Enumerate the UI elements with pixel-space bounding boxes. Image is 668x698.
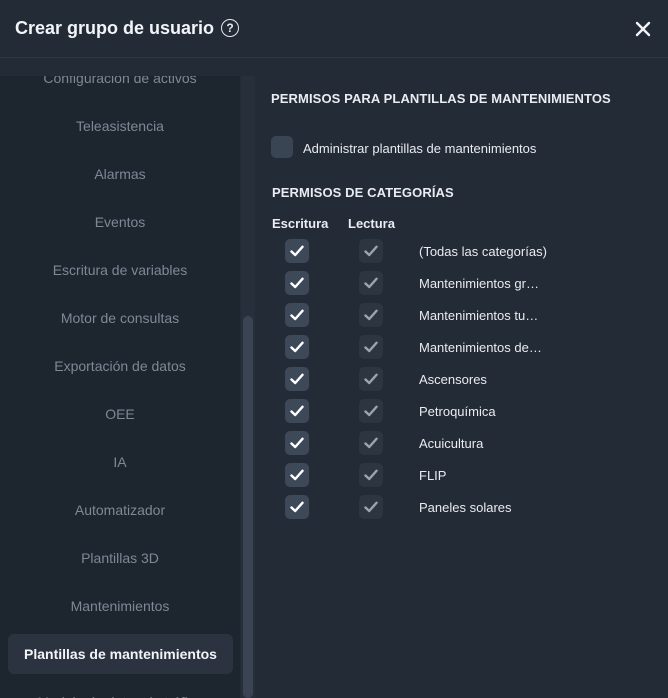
column-header-write: Escritura	[272, 216, 329, 231]
sidebar-item-alarmas[interactable]: Alarmas	[0, 154, 240, 194]
category-row: Petroquímica	[255, 399, 668, 425]
checkmark-icon	[290, 501, 304, 513]
sidebar-item-automatizador[interactable]: Automatizador	[0, 490, 240, 530]
checkmark-icon	[290, 245, 304, 257]
category-label: Acuicultura	[419, 436, 484, 451]
sidebar-item-ia[interactable]: IA	[0, 442, 240, 482]
sidebar-item-configuracion-activos[interactable]: Configuración de activos	[0, 76, 240, 98]
checkmark-icon	[290, 277, 304, 289]
checkmark-icon	[364, 309, 378, 321]
dialog-header: Crear grupo de usuario ?	[0, 0, 668, 58]
sidebar-item-modelo-datos-trafico[interactable]: Modelo de datos de tráfico	[0, 682, 240, 698]
category-row: Mantenimientos tu…	[255, 303, 668, 329]
category-row: FLIP	[255, 463, 668, 489]
sidebar-item-oee[interactable]: OEE	[0, 394, 240, 434]
sidebar-item-plantillas-mantenimientos[interactable]: Plantillas de mantenimientos	[8, 634, 233, 674]
category-row: Paneles solares	[255, 495, 668, 521]
write-permission-checkbox[interactable]	[285, 367, 309, 391]
sidebar-item-plantillas-3d[interactable]: Plantillas 3D	[0, 538, 240, 578]
write-permission-checkbox[interactable]	[285, 495, 309, 519]
category-label: Paneles solares	[419, 500, 512, 515]
write-permission-checkbox[interactable]	[285, 431, 309, 455]
category-row: Acuicultura	[255, 431, 668, 457]
read-permission-checkbox[interactable]	[359, 271, 383, 295]
sidebar-item-teleasistencia[interactable]: Teleasistencia	[0, 106, 240, 146]
admin-templates-checkbox[interactable]	[271, 136, 293, 158]
checkmark-icon	[290, 373, 304, 385]
admin-templates-label: Administrar plantillas de mantenimientos	[303, 141, 537, 156]
category-label: (Todas las categorías)	[419, 244, 547, 259]
category-label: Ascensores	[419, 372, 487, 387]
column-header-read: Lectura	[348, 216, 395, 231]
write-permission-checkbox[interactable]	[285, 399, 309, 423]
read-permission-checkbox[interactable]	[359, 495, 383, 519]
read-permission-checkbox[interactable]	[359, 239, 383, 263]
read-permission-checkbox[interactable]	[359, 367, 383, 391]
write-permission-checkbox[interactable]	[285, 463, 309, 487]
write-permission-checkbox[interactable]	[285, 271, 309, 295]
checkmark-icon	[364, 437, 378, 449]
read-permission-checkbox[interactable]	[359, 335, 383, 359]
write-permission-checkbox[interactable]	[285, 335, 309, 359]
write-permission-checkbox[interactable]	[285, 303, 309, 327]
checkmark-icon	[290, 341, 304, 353]
categories-title: PERMISOS DE CATEGORÍAS	[272, 185, 454, 200]
read-permission-checkbox[interactable]	[359, 431, 383, 455]
category-label: Mantenimientos tu…	[419, 308, 539, 323]
checkmark-icon	[364, 373, 378, 385]
checkmark-icon	[364, 469, 378, 481]
category-row: Mantenimientos de…	[255, 335, 668, 361]
checkmark-icon	[290, 405, 304, 417]
category-row: (Todas las categorías)	[255, 239, 668, 265]
category-label: Mantenimientos de…	[419, 340, 542, 355]
checkmark-icon	[364, 277, 378, 289]
category-row: Mantenimientos gr…	[255, 271, 668, 297]
sidebar-item-motor-consultas[interactable]: Motor de consultas	[0, 298, 240, 338]
read-permission-checkbox[interactable]	[359, 463, 383, 487]
read-permission-checkbox[interactable]	[359, 303, 383, 327]
checkmark-icon	[290, 309, 304, 321]
write-permission-checkbox[interactable]	[285, 239, 309, 263]
checkmark-icon	[364, 501, 378, 513]
checkmark-icon	[364, 405, 378, 417]
checkmark-icon	[290, 437, 304, 449]
sidebar-item-escritura-variables[interactable]: Escritura de variables	[0, 250, 240, 290]
help-icon[interactable]: ?	[221, 19, 239, 37]
category-row: Ascensores	[255, 367, 668, 393]
checkmark-icon	[290, 469, 304, 481]
sidebar-scrollbar-thumb[interactable]	[243, 316, 253, 698]
sidebar-item-mantenimientos[interactable]: Mantenimientos	[0, 586, 240, 626]
category-label: FLIP	[419, 468, 447, 483]
category-label: Petroquímica	[419, 404, 496, 419]
sidebar-item-eventos[interactable]: Eventos	[0, 202, 240, 242]
checkmark-icon	[364, 341, 378, 353]
sidebar: Configuración de activos Teleasistencia …	[0, 76, 240, 698]
category-label: Mantenimientos gr…	[419, 276, 539, 291]
sidebar-item-exportacion-datos[interactable]: Exportación de datos	[0, 346, 240, 386]
checkmark-icon	[364, 245, 378, 257]
permissions-panel: PERMISOS PARA PLANTILLAS DE MANTENIMIENT…	[255, 58, 668, 698]
dialog-title: Crear grupo de usuario	[15, 18, 215, 38]
section-title: PERMISOS PARA PLANTILLAS DE MANTENIMIENT…	[271, 91, 611, 106]
close-icon[interactable]	[634, 20, 652, 38]
read-permission-checkbox[interactable]	[359, 399, 383, 423]
